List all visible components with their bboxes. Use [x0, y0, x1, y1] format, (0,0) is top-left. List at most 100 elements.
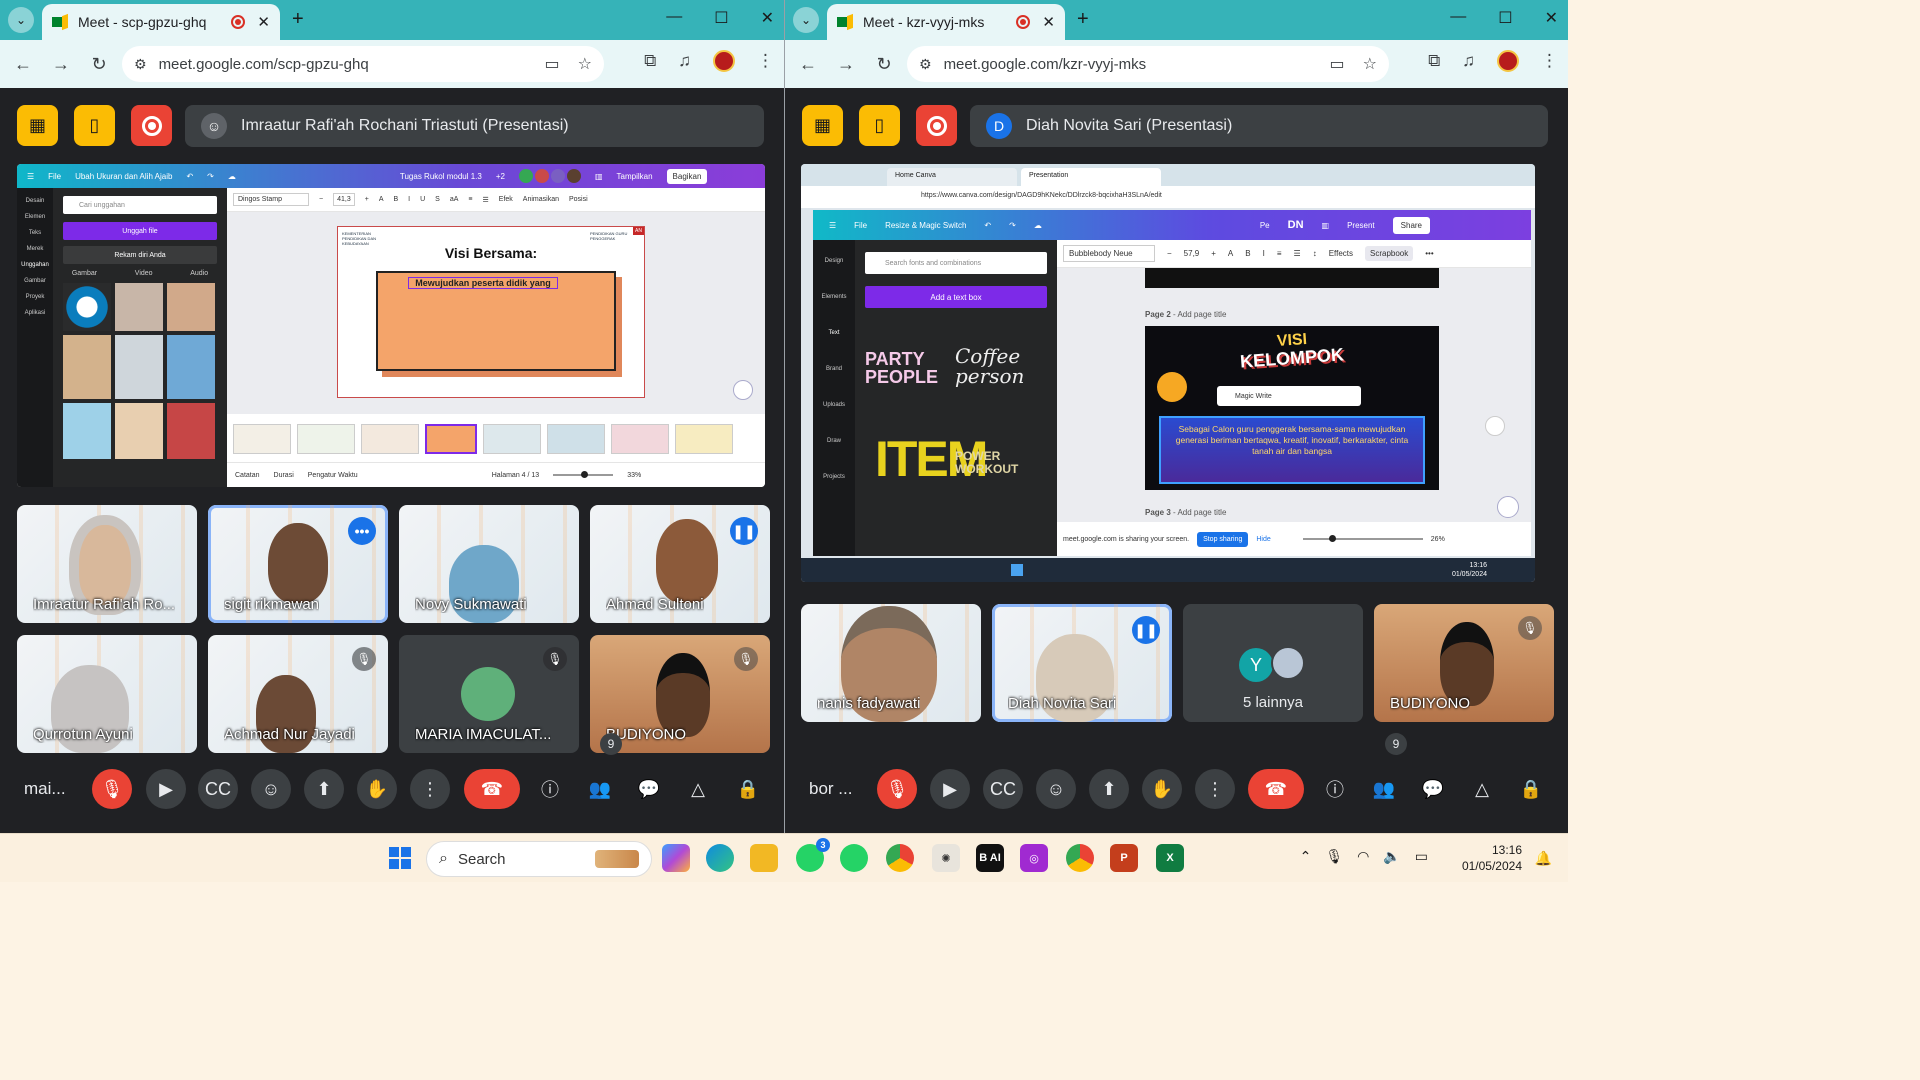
side-item-elements[interactable]: Elements	[821, 294, 846, 300]
close-window-icon[interactable]: ✕	[761, 8, 774, 28]
site-info-icon[interactable]: ⚙	[919, 56, 932, 73]
excel-icon[interactable]: X	[1156, 844, 1184, 872]
slide-box[interactable]: Mewujudkan peserta didik yang	[376, 271, 616, 371]
leave-call-button[interactable]: ☎	[1248, 769, 1304, 809]
host-controls-icon[interactable]: 🔒	[1511, 769, 1551, 809]
present-button[interactable]: Present	[1347, 221, 1375, 230]
mic-toggle-button[interactable]: 🎙	[92, 769, 132, 809]
side-item-design[interactable]: Desain	[26, 198, 45, 204]
effects-button[interactable]: Effects	[1329, 249, 1353, 258]
add-text-box-button[interactable]: Add a text box	[865, 286, 1047, 308]
pin-icon[interactable]: ▯	[859, 105, 900, 146]
participant-tile-group[interactable]: Y 5 lainnya	[1183, 604, 1363, 722]
activities-icon[interactable]: △	[1462, 769, 1502, 809]
info-icon[interactable]: ⓘ	[1315, 769, 1355, 809]
list-icon[interactable]: ☰	[1294, 249, 1301, 258]
show-button[interactable]: Tampilkan	[617, 172, 653, 181]
slide-canvas[interactable]: KEMENTERIAN PENDIDIKAN DAN KEBUDAYAAN PE…	[337, 226, 645, 398]
media-tab-images[interactable]: Gambar	[72, 270, 97, 277]
participant-tile[interactable]: ••• sigit rikmawan	[208, 505, 388, 623]
font-sample-workout[interactable]: POWER WORKOUT	[955, 450, 1035, 476]
side-item-draw[interactable]: Draw	[827, 438, 841, 444]
share-button[interactable]: Bagikan	[666, 168, 708, 184]
slide-canvas[interactable]: VISI KELOMPOK Magic Write Sebagai Calon …	[1145, 326, 1439, 490]
side-item-elements[interactable]: Elemen	[25, 214, 45, 220]
menu-icon[interactable]: ☰	[829, 221, 836, 230]
uploads-search-input[interactable]: Cari unggahan	[63, 196, 217, 214]
address-bar[interactable]: ⚙ meet.google.com/kzr-vyyj-mks ▭ ☆	[907, 46, 1389, 82]
font-size-increase[interactable]: +	[1211, 249, 1216, 258]
browser-tab[interactable]: Meet - scp-gpzu-ghq ✕	[42, 4, 280, 40]
chrome-icon[interactable]	[886, 844, 914, 872]
upload-thumb[interactable]	[63, 335, 111, 399]
host-controls-icon[interactable]: 🔒	[728, 769, 768, 809]
inner-tab-home[interactable]: Home Canva	[887, 168, 1017, 186]
stop-sharing-button[interactable]: Stop sharing	[1197, 531, 1249, 547]
forward-icon[interactable]: →	[48, 54, 74, 75]
participant-tile[interactable]: Qurrotun Ayuni	[17, 635, 197, 753]
font-size-input[interactable]: 57,9	[1184, 249, 1200, 258]
upload-thumb[interactable]	[167, 403, 215, 459]
magic-icon[interactable]	[1497, 496, 1519, 518]
tray-chevron-icon[interactable]: ⌃	[1300, 848, 1312, 865]
align-icon[interactable]: ≡	[468, 196, 472, 203]
participant-tile[interactable]: ❚❚ Ahmad Sultoni	[590, 505, 770, 623]
back-icon[interactable]: ←	[795, 54, 821, 75]
upload-thumb[interactable]	[63, 403, 111, 459]
page-thumb[interactable]	[297, 424, 355, 454]
powerpoint-icon[interactable]: P	[1110, 844, 1138, 872]
wifi-icon[interactable]: ◠	[1357, 848, 1369, 865]
copilot-icon[interactable]	[662, 844, 690, 872]
leave-call-button[interactable]: ☎	[464, 769, 520, 809]
people-button[interactable]: 👥	[1364, 769, 1404, 809]
duration-button[interactable]: Durasi	[274, 472, 294, 479]
page-thumb[interactable]	[611, 424, 669, 454]
page-thumb[interactable]	[675, 424, 733, 454]
slide-text-box[interactable]: Sebagai Calon guru penggerak bersama-sam…	[1159, 416, 1425, 484]
underline-icon[interactable]: U	[420, 196, 425, 203]
more-options-button[interactable]: ⋮	[1195, 769, 1235, 809]
new-tab-button[interactable]: +	[292, 8, 304, 31]
battery-icon[interactable]: ▭	[1415, 848, 1428, 865]
volume-icon[interactable]: 🔈	[1383, 848, 1400, 865]
bookmark-star-icon[interactable]: ☆	[1363, 54, 1377, 74]
camera-icon[interactable]: ▭	[545, 54, 560, 74]
recording-button[interactable]	[131, 105, 172, 146]
bold-icon[interactable]: B	[1245, 249, 1250, 258]
add-page-title[interactable]: Add page title	[1177, 508, 1226, 517]
tab-search-button[interactable]: ⌄	[8, 7, 34, 33]
side-item-text[interactable]: Text	[828, 330, 839, 336]
media-control-icon[interactable]: ♫	[1462, 51, 1475, 71]
back-icon[interactable]: ←	[10, 54, 36, 75]
new-tab-button[interactable]: +	[1077, 8, 1089, 31]
zoom-slider[interactable]	[553, 471, 614, 478]
whatsapp-icon[interactable]: 3	[796, 838, 830, 872]
reactions-button[interactable]: ☺	[1036, 769, 1076, 809]
activities-icon[interactable]: △	[678, 769, 718, 809]
menu-resize[interactable]: Resize & Magic Switch	[885, 221, 966, 230]
upload-thumb[interactable]	[167, 335, 215, 399]
slide-body-text[interactable]: Sebagai Calon guru penggerak bersama-sam…	[1161, 418, 1423, 463]
upload-thumb[interactable]	[115, 335, 163, 399]
microphone-icon[interactable]: 🎙	[1325, 848, 1343, 865]
media-control-icon[interactable]: ♫	[678, 51, 691, 71]
maximize-icon[interactable]: ☐	[714, 8, 728, 28]
more-icon[interactable]: •••	[1425, 249, 1433, 258]
font-size-decrease[interactable]: −	[1167, 249, 1172, 258]
present-button[interactable]: ⬆	[304, 769, 344, 809]
refresh-icon[interactable]	[1485, 416, 1505, 436]
participant-tile[interactable]: 🎙 BUDIYONO	[1374, 604, 1554, 722]
upload-thumb[interactable]	[115, 283, 163, 331]
share-button[interactable]: Share	[1392, 216, 1431, 234]
participant-tile[interactable]: 🎙 Achmad Nur Jayadi	[208, 635, 388, 753]
info-icon[interactable]: ⓘ	[530, 769, 570, 809]
more-menu-icon[interactable]: ⋮	[1541, 51, 1558, 71]
undo-icon[interactable]: ↶	[984, 221, 991, 230]
media-tab-audio[interactable]: Audio	[190, 270, 208, 277]
text-color-icon[interactable]: A	[379, 196, 384, 203]
notification-bell-icon[interactable]: 🔔	[1535, 850, 1552, 867]
menu-file[interactable]: File	[48, 172, 61, 181]
doc-title[interactable]: Tugas Rukol modul 1.3	[400, 172, 482, 181]
align-icon[interactable]: ≡	[1277, 249, 1282, 258]
raise-hand-button[interactable]: ✋	[1142, 769, 1182, 809]
